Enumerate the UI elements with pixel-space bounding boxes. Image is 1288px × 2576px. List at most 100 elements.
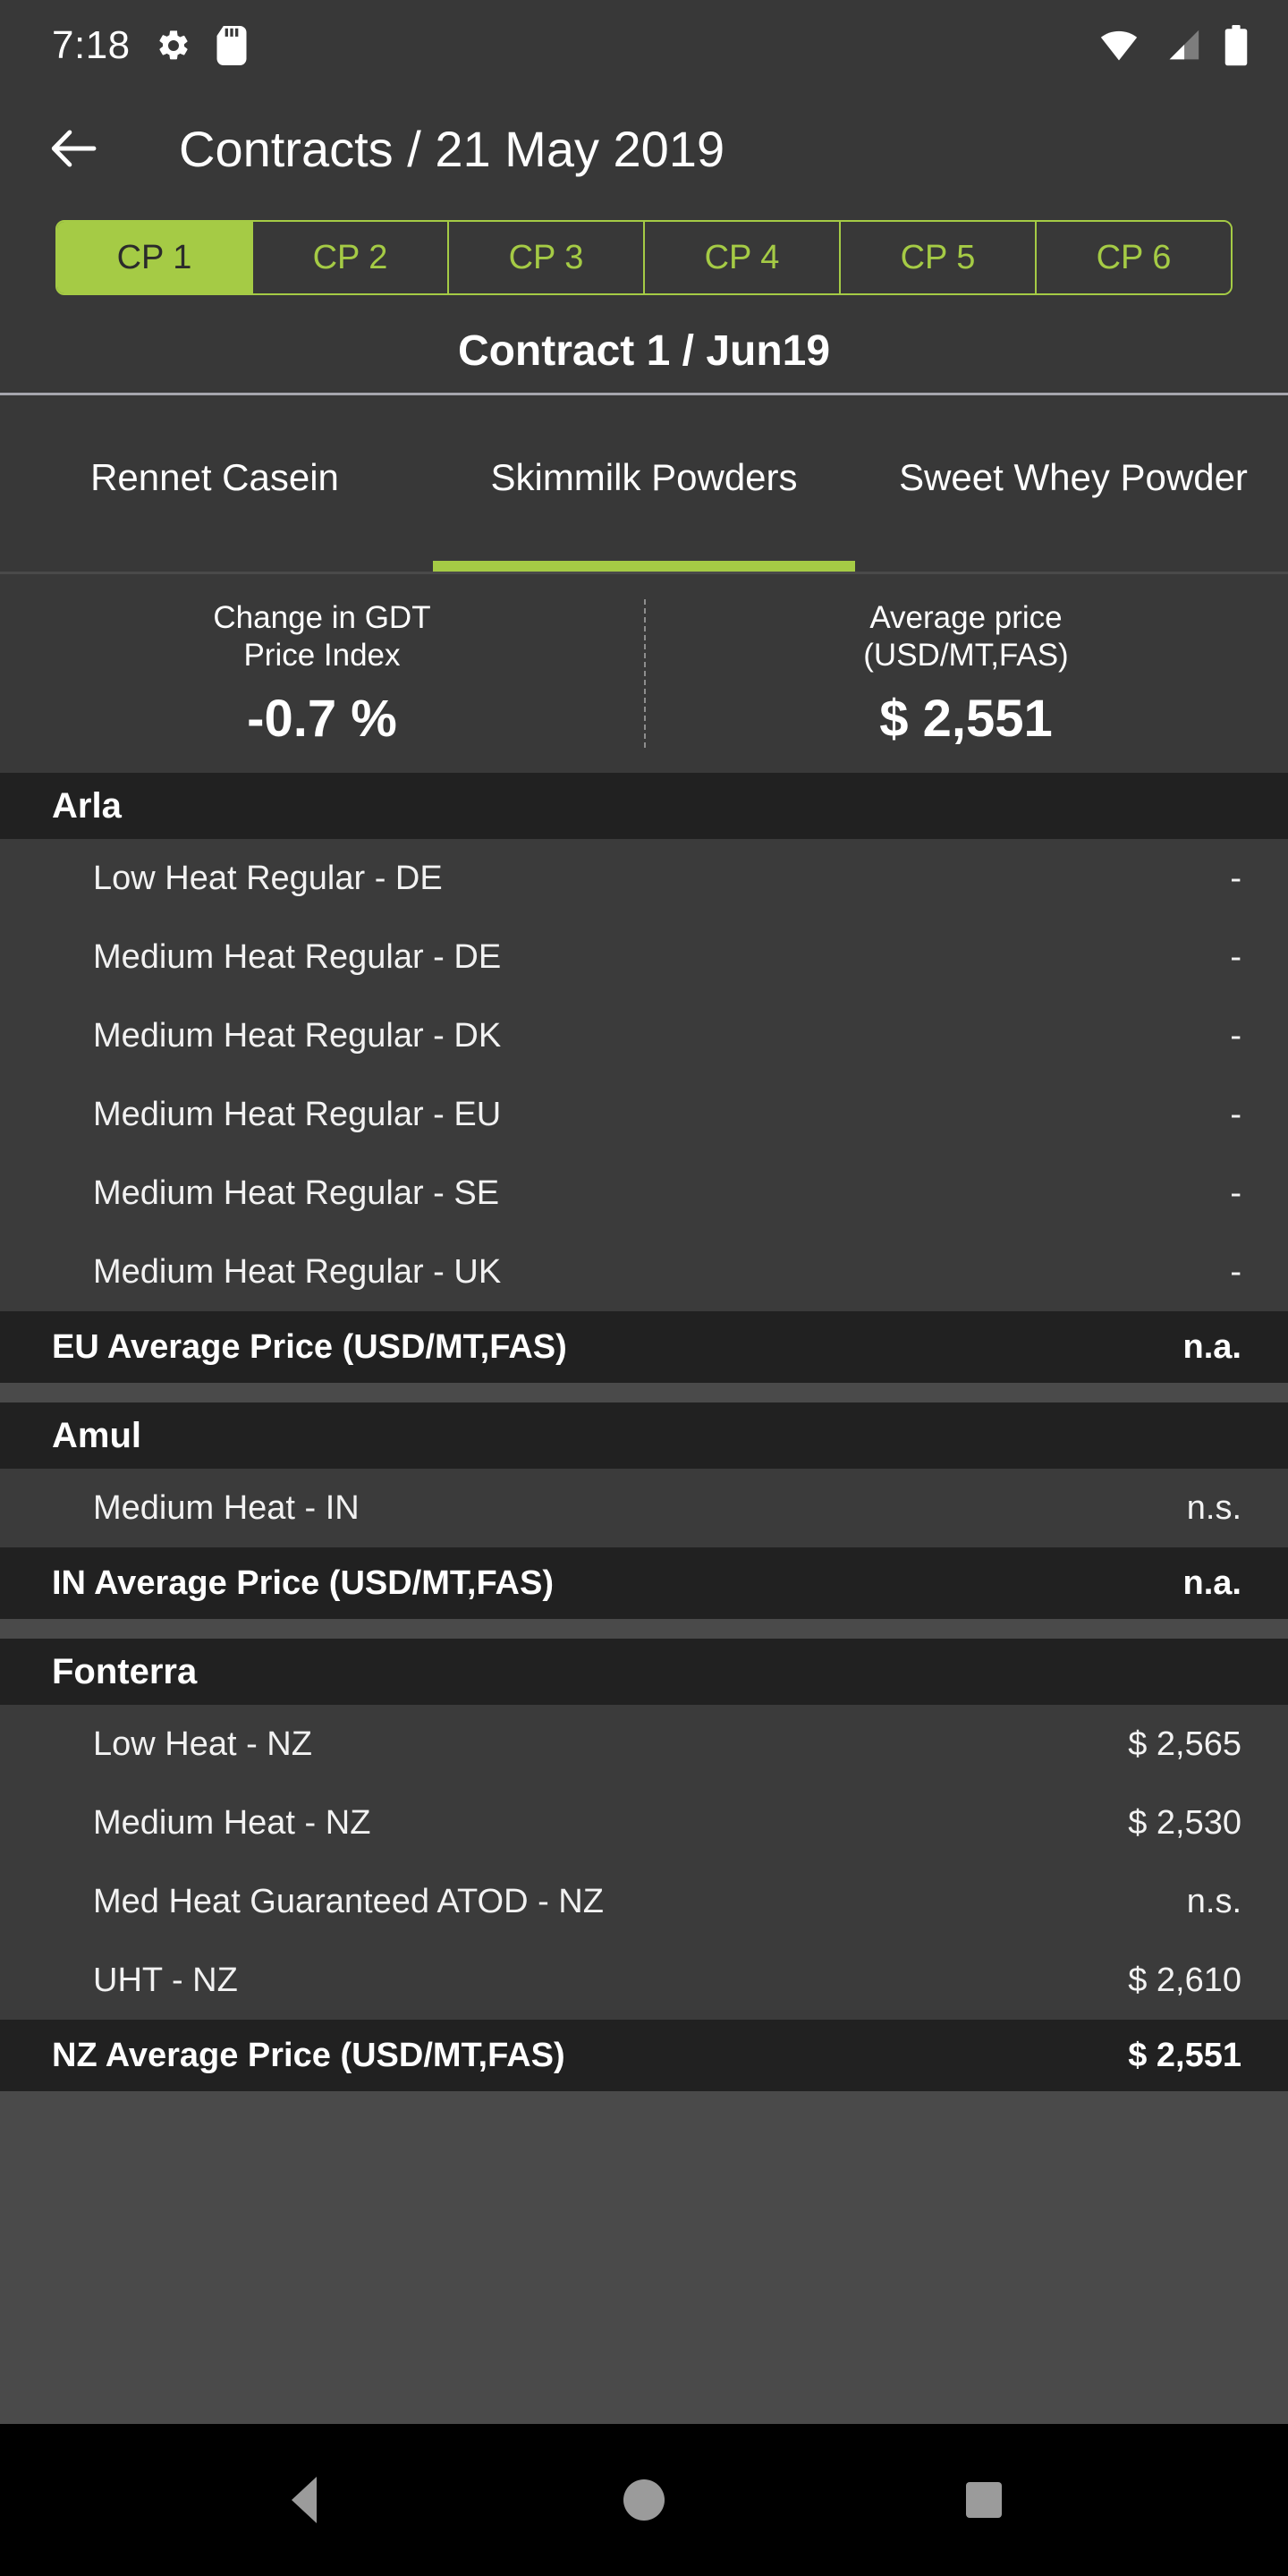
table-row[interactable]: Medium Heat Regular - DE - [0, 918, 1288, 996]
group-rows: Low Heat Regular - DE - Medium Heat Regu… [0, 839, 1288, 1311]
row-value: n.s. [1186, 1882, 1241, 1920]
group-arla: Arla Low Heat Regular - DE - Medium Heat… [0, 773, 1288, 1383]
row-label: Low Heat - NZ [93, 1724, 312, 1763]
summary-stats: Change in GDT Price Index -0.7 % Average… [0, 574, 1288, 773]
group-footer-label: NZ Average Price (USD/MT,FAS) [52, 2036, 565, 2074]
group-name: Arla [52, 785, 122, 826]
row-label: Medium Heat Regular - DK [93, 1016, 502, 1055]
row-label: Low Heat Regular - DE [93, 859, 443, 897]
row-value: - [1230, 1252, 1241, 1291]
group-footer-value: n.a. [1182, 1327, 1241, 1366]
table-row[interactable]: Medium Heat Regular - DK - [0, 996, 1288, 1075]
stats-divider [644, 599, 646, 748]
battery-icon [1224, 25, 1249, 66]
row-value: - [1230, 1174, 1241, 1212]
group-footer: IN Average Price (USD/MT,FAS) n.a. [0, 1547, 1288, 1619]
group-header: Arla [0, 773, 1288, 839]
tab-skimmilk-powders[interactable]: Skimmilk Powders [429, 395, 859, 572]
group-header: Fonterra [0, 1639, 1288, 1705]
group-footer-value: n.a. [1182, 1563, 1241, 1602]
cellular-signal-icon [1161, 28, 1202, 64]
tab-rennet-casein[interactable]: Rennet Casein [0, 395, 429, 572]
contract-subtitle-bar: Contract 1 / Jun19 [0, 309, 1288, 395]
contract-period-selector[interactable]: CP 1 CP 2 CP 3 CP 4 CP 5 CP 6 [55, 220, 1233, 295]
row-label: UHT - NZ [93, 1961, 238, 1999]
segment-cp-2[interactable]: CP 2 [251, 222, 447, 293]
group-rows: Low Heat - NZ $ 2,565 Medium Heat - NZ $… [0, 1705, 1288, 2020]
table-row[interactable]: Medium Heat Regular - UK - [0, 1233, 1288, 1311]
group-fonterra: Fonterra Low Heat - NZ $ 2,565 Medium He… [0, 1639, 1288, 2091]
group-name: Amul [52, 1415, 141, 1455]
row-value: - [1230, 859, 1241, 897]
segment-cp-4[interactable]: CP 4 [643, 222, 839, 293]
status-time: 7:18 [52, 23, 131, 67]
sd-card-icon [216, 26, 247, 65]
stat-average-price: Average price (USD/MT,FAS) $ 2,551 [644, 599, 1288, 749]
row-value: $ 2,565 [1128, 1724, 1241, 1763]
status-bar: 7:18 [0, 0, 1288, 91]
row-label: Med Heat Guaranteed ATOD - NZ [93, 1882, 604, 1920]
table-row[interactable]: Medium Heat Regular - SE - [0, 1154, 1288, 1233]
tab-sweet-whey-powder[interactable]: Sweet Whey Powder [859, 395, 1288, 572]
group-footer: EU Average Price (USD/MT,FAS) n.a. [0, 1311, 1288, 1383]
table-row[interactable]: Med Heat Guaranteed ATOD - NZ n.s. [0, 1862, 1288, 1941]
row-value: - [1230, 1016, 1241, 1055]
group-footer-label: EU Average Price (USD/MT,FAS) [52, 1327, 567, 1366]
table-row[interactable]: Medium Heat Regular - EU - [0, 1075, 1288, 1154]
segment-cp-6[interactable]: CP 6 [1035, 222, 1231, 293]
stat-average-price-value: $ 2,551 [879, 689, 1053, 748]
gear-icon [156, 28, 191, 64]
group-rows: Medium Heat - IN n.s. [0, 1469, 1288, 1547]
tab-skimmilk-powders-label: Skimmilk Powders [490, 455, 798, 498]
row-value: - [1230, 1095, 1241, 1133]
row-value: - [1230, 937, 1241, 976]
row-value: $ 2,530 [1128, 1803, 1241, 1842]
back-arrow-icon[interactable] [47, 121, 102, 176]
contract-subtitle: Contract 1 / Jun19 [457, 327, 831, 375]
app-root: 7:18 Contracts / 21 May 2019 CP 1 CP 2 C… [0, 0, 1288, 2576]
table-row[interactable]: Medium Heat - NZ $ 2,530 [0, 1784, 1288, 1862]
row-label: Medium Heat - IN [93, 1488, 360, 1527]
group-amul: Amul Medium Heat - IN n.s. IN Average Pr… [0, 1402, 1288, 1619]
nav-back-icon[interactable] [264, 2460, 344, 2540]
row-value: $ 2,610 [1128, 1961, 1241, 1999]
stat-gdt-price-index-change-value: -0.7 % [247, 689, 397, 748]
row-value: n.s. [1186, 1488, 1241, 1527]
row-label: Medium Heat Regular - EU [93, 1095, 502, 1133]
table-row[interactable]: Low Heat - NZ $ 2,565 [0, 1705, 1288, 1784]
stat-average-price-label: Average price (USD/MT,FAS) [863, 599, 1069, 673]
stat-gdt-price-index-change-label: Change in GDT Price Index [213, 599, 431, 673]
segment-cp-3[interactable]: CP 3 [447, 222, 643, 293]
table-row[interactable]: UHT - NZ $ 2,610 [0, 1941, 1288, 2020]
segment-cp-1[interactable]: CP 1 [57, 222, 251, 293]
status-bar-left: 7:18 [52, 23, 247, 68]
page-title: Contracts / 21 May 2019 [179, 120, 725, 177]
status-bar-right [1098, 25, 1249, 66]
android-navigation-bar [0, 2424, 1288, 2576]
nav-recents-icon[interactable] [944, 2460, 1024, 2540]
group-footer: NZ Average Price (USD/MT,FAS) $ 2,551 [0, 2020, 1288, 2091]
row-label: Medium Heat Regular - SE [93, 1174, 500, 1212]
group-separator [0, 2091, 1288, 2111]
segment-cp-5[interactable]: CP 5 [839, 222, 1035, 293]
group-footer-label: IN Average Price (USD/MT,FAS) [52, 1563, 555, 1602]
group-separator [0, 1383, 1288, 1402]
row-label: Medium Heat Regular - UK [93, 1252, 502, 1291]
row-label: Medium Heat - NZ [93, 1803, 371, 1842]
group-name: Fonterra [52, 1651, 198, 1691]
group-header: Amul [0, 1402, 1288, 1469]
wifi-icon [1098, 28, 1140, 64]
group-footer-value: $ 2,551 [1128, 2036, 1241, 2074]
nav-home-icon[interactable] [604, 2460, 684, 2540]
group-separator [0, 1619, 1288, 1639]
table-row[interactable]: Low Heat Regular - DE - [0, 839, 1288, 918]
contract-period-selector-wrapper: CP 1 CP 2 CP 3 CP 4 CP 5 CP 6 [0, 206, 1288, 309]
price-list[interactable]: Arla Low Heat Regular - DE - Medium Heat… [0, 773, 1288, 2424]
stat-gdt-price-index-change: Change in GDT Price Index -0.7 % [0, 599, 644, 749]
app-bar: Contracts / 21 May 2019 [0, 91, 1288, 206]
tab-rennet-casein-label: Rennet Casein [90, 455, 339, 498]
product-tabs: Rennet Casein Skimmilk Powders Sweet Whe… [0, 395, 1288, 574]
row-label: Medium Heat Regular - DE [93, 937, 502, 976]
table-row[interactable]: Medium Heat - IN n.s. [0, 1469, 1288, 1547]
tab-sweet-whey-powder-label: Sweet Whey Powder [899, 455, 1248, 498]
